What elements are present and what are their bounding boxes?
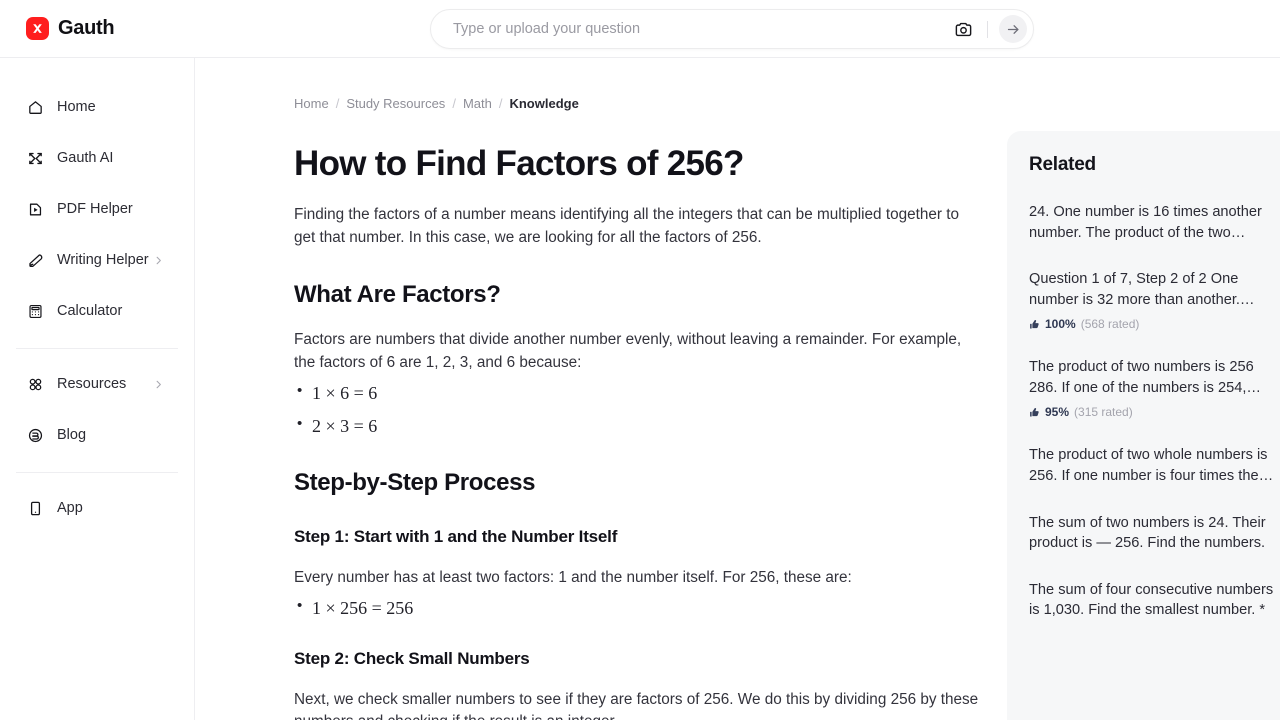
pdf-file-icon xyxy=(26,200,44,218)
related-item-text: 24. One number is 16 times another numbe… xyxy=(1029,204,1262,241)
mobile-phone-icon xyxy=(26,499,44,517)
section-heading-step-by-step: Step-by-Step Process xyxy=(294,469,536,497)
list-item[interactable]: The sum of two numbers is 24. Their prod… xyxy=(1029,513,1280,554)
sidebar-item-calculator[interactable]: Calculator xyxy=(12,294,182,328)
sidebar-item-label: Resources xyxy=(57,376,127,392)
thumbs-up-icon xyxy=(1029,407,1040,418)
sidebar-item-label: Blog xyxy=(57,427,87,443)
status-badge: 95% (315 rated) xyxy=(1029,405,1280,419)
rating-percent: 95% xyxy=(1045,405,1070,420)
search-divider xyxy=(987,20,988,38)
gauth-ai-icon xyxy=(26,149,44,167)
section-heading-what-are-factors: What Are Factors? xyxy=(294,281,501,309)
breadcrumb-item-study-resources[interactable]: Study Resources xyxy=(346,96,445,111)
chevron-right-icon xyxy=(153,255,164,266)
factors-paragraph: Factors are numbers that divide another … xyxy=(294,331,962,371)
search-bar[interactable] xyxy=(430,9,1034,49)
sidebar-item-label: App xyxy=(57,500,83,516)
list-item: 1 × 256 = 256 xyxy=(294,597,984,619)
related-item-text: The sum of four consecutive numbers is 1… xyxy=(1029,581,1274,619)
sidebar-item-writing-helper[interactable]: Writing Helper xyxy=(12,243,182,277)
related-item-text: The product of two whole numbers is 256.… xyxy=(1029,447,1274,484)
breadcrumb-current: Knowledge xyxy=(509,96,579,111)
home-icon xyxy=(26,98,44,116)
sidebar-item-resources[interactable]: Resources xyxy=(12,367,182,401)
step1-heading: Step 1: Start with 1 and the Number Itse… xyxy=(294,527,618,547)
chevron-right-icon xyxy=(153,379,164,390)
sidebar-item-label: Gauth AI xyxy=(57,150,114,166)
related-item-text: The sum of two numbers is 24. Their prod… xyxy=(1029,514,1266,552)
sidebar-item-label: Calculator xyxy=(57,303,123,319)
brand-name: Gauth xyxy=(58,17,115,39)
sidebar-item-gauth-ai[interactable]: Gauth AI xyxy=(12,141,182,175)
sidebar-item-home[interactable]: Home xyxy=(12,90,182,124)
breadcrumb-item-math[interactable]: Math xyxy=(463,96,492,111)
brand-logo[interactable]: Gauth xyxy=(26,17,115,40)
top-header: Gauth xyxy=(0,0,1280,58)
camera-icon[interactable] xyxy=(950,16,976,42)
step1-paragraph: Every number has at least two factors: 1… xyxy=(294,569,852,587)
article: Home / Study Resources / Math / Knowledg… xyxy=(294,58,984,720)
step1-math-list: 1 × 256 = 256 xyxy=(294,597,984,619)
rating-count: (568 rated) xyxy=(1080,317,1140,332)
sidebar-item-label: Home xyxy=(57,99,96,115)
sidebar-item-label: PDF Helper xyxy=(57,201,133,217)
related-panel: Related 24. One number is 16 times anoth… xyxy=(1007,131,1280,720)
calculator-icon xyxy=(26,302,44,320)
gauth-x-logo-icon xyxy=(26,17,49,40)
sidebar-item-blog[interactable]: Blog xyxy=(12,418,182,452)
list-item[interactable]: Question 1 of 7, Step 2 of 2 One number … xyxy=(1029,269,1280,331)
blog-icon xyxy=(26,426,44,444)
rating-count: (315 rated) xyxy=(1074,405,1133,420)
breadcrumb-separator: / xyxy=(498,96,503,111)
list-item: 1 × 6 = 6 xyxy=(294,382,984,404)
rating-percent: 100% xyxy=(1045,317,1076,332)
breadcrumb-separator: / xyxy=(335,96,340,111)
list-item: 2 × 3 = 6 xyxy=(294,415,984,437)
related-item-text: Question 1 of 7, Step 2 of 2 One number … xyxy=(1029,271,1255,308)
page-title: How to Find Factors of 256? xyxy=(294,144,744,183)
sidebar-item-app[interactable]: App xyxy=(12,491,182,525)
breadcrumb-item-home[interactable]: Home xyxy=(294,96,329,111)
search-input[interactable] xyxy=(431,21,950,37)
step2-paragraph: Next, we check smaller numbers to see if… xyxy=(294,690,979,720)
related-item-text: The product of two numbers is 256 286. I… xyxy=(1029,359,1262,396)
list-item[interactable]: The product of two whole numbers is 256.… xyxy=(1029,445,1280,486)
step2-heading: Step 2: Check Small Numbers xyxy=(294,648,530,668)
list-item[interactable]: 24. One number is 16 times another numbe… xyxy=(1029,202,1280,243)
search-submit-button[interactable] xyxy=(999,15,1027,43)
list-item[interactable]: The sum of four consecutive numbers is 1… xyxy=(1029,580,1280,621)
list-item[interactable]: The product of two numbers is 256 286. I… xyxy=(1029,357,1280,419)
intro-paragraph: Finding the factors of a number means id… xyxy=(294,206,959,246)
left-sidebar: Home Gauth AI PDF Helper Writing Helper … xyxy=(0,58,195,720)
factors-examples-list: 1 × 6 = 6 2 × 3 = 6 xyxy=(294,382,984,437)
sidebar-item-pdf-helper[interactable]: PDF Helper xyxy=(12,192,182,226)
pen-icon xyxy=(26,251,44,269)
grid-apps-icon xyxy=(26,375,44,393)
related-panel-title: Related xyxy=(1029,154,1096,175)
breadcrumb-separator: / xyxy=(452,96,456,111)
sidebar-item-label: Writing Helper xyxy=(57,252,149,268)
breadcrumb: Home / Study Resources / Math / Knowledg… xyxy=(294,96,984,111)
status-badge: 100% (568 rated) xyxy=(1029,317,1280,331)
thumbs-up-icon xyxy=(1029,319,1040,330)
